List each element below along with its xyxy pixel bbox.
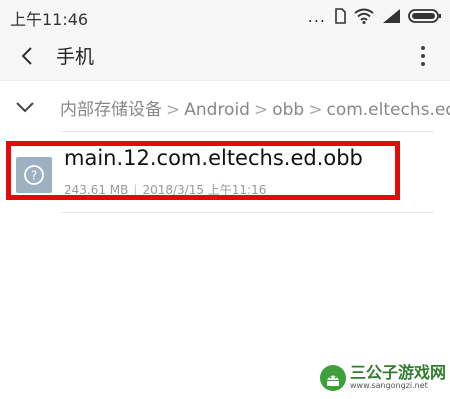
- status-bar: 上午11:46 ...: [0, 0, 450, 32]
- signal-icon: [383, 9, 400, 23]
- page-title: 手机: [56, 46, 95, 68]
- watermark-url: www.sangongzi.net: [350, 381, 428, 390]
- status-more: ...: [307, 6, 326, 26]
- battery-icon: [408, 9, 441, 23]
- breadcrumb-separator: >: [253, 100, 269, 120]
- back-icon[interactable]: [16, 44, 40, 68]
- app-bar: 手机: [0, 32, 450, 81]
- row-divider: [60, 212, 434, 213]
- wifi-icon: [354, 8, 374, 24]
- chevron-down-icon[interactable]: [14, 96, 36, 118]
- android-logo-icon: [320, 365, 346, 391]
- breadcrumb-separator: >: [166, 100, 181, 120]
- more-options-icon[interactable]: [418, 44, 428, 68]
- breadcrumb-item-android[interactable]: Android: [184, 100, 250, 120]
- status-time: 上午11:46: [10, 10, 89, 29]
- sim-icon: [335, 8, 346, 24]
- status-icons: ...: [308, 6, 442, 26]
- breadcrumb-separator: >: [308, 100, 323, 120]
- watermark-brand: 三公子游戏网: [350, 363, 447, 382]
- breadcrumb-trail: 内部存储设备 > Android > obb > com.eltechs.ed: [60, 95, 450, 120]
- breadcrumb: 内部存储设备 > Android > obb > com.eltechs.ed: [0, 86, 450, 128]
- breadcrumb-item-internal-storage[interactable]: 内部存储设备: [60, 100, 162, 120]
- path-divider: [60, 131, 434, 132]
- breadcrumb-item-obb[interactable]: obb: [272, 100, 304, 120]
- highlight-box: [6, 141, 400, 200]
- watermark: 三公子游戏网 www.sangongzi.net: [320, 360, 448, 396]
- breadcrumb-item-package[interactable]: com.eltechs.ed: [326, 100, 450, 120]
